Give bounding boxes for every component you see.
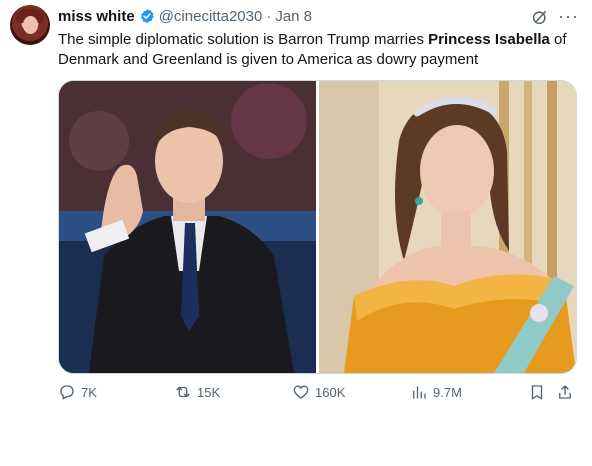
avatar[interactable] xyxy=(10,5,50,45)
reply-button[interactable]: 7K xyxy=(58,383,97,401)
display-name[interactable]: miss white xyxy=(58,8,135,25)
media-container[interactable] xyxy=(58,80,577,374)
views-icon xyxy=(413,386,426,399)
repost-icon xyxy=(176,386,190,398)
photo-right-illustration xyxy=(319,81,576,373)
heart-icon xyxy=(293,385,309,399)
like-count: 160K xyxy=(315,384,346,400)
tweet-text-part1: The simple diplomatic solution is Barron… xyxy=(58,31,429,48)
photo-left[interactable] xyxy=(59,81,316,373)
bookmark-button[interactable] xyxy=(528,383,551,401)
tweet-text: The simple diplomatic solution is Barron… xyxy=(58,30,578,70)
verified-badge-icon xyxy=(140,9,154,23)
share-button[interactable] xyxy=(556,383,579,401)
photo-right[interactable] xyxy=(319,81,576,373)
timestamp[interactable]: Jan 8 xyxy=(275,8,312,25)
repost-count: 15K xyxy=(197,384,221,400)
handle[interactable]: @cinecitta2030 xyxy=(159,8,263,25)
like-button[interactable]: 160K xyxy=(292,383,345,401)
tweet-header: miss white @cinecitta2030 · Jan 8 xyxy=(58,7,312,25)
view-count: 9.7M xyxy=(433,384,462,400)
views-button[interactable]: 9.7M xyxy=(410,383,462,401)
separator-dot: · xyxy=(266,7,272,25)
share-icon xyxy=(559,385,571,399)
bookmark-icon xyxy=(531,385,543,400)
photo-left-illustration xyxy=(59,81,316,373)
reply-count: 7K xyxy=(81,384,97,400)
reply-icon xyxy=(60,385,74,400)
action-bar: 7K 15K 160K 9.7M xyxy=(58,383,578,407)
repost-button[interactable]: 15K xyxy=(174,383,220,401)
tweet-text-bold: Princess Isabella xyxy=(428,31,550,48)
grok-icon[interactable] xyxy=(531,8,549,26)
more-options-button[interactable]: ··· xyxy=(558,6,579,27)
